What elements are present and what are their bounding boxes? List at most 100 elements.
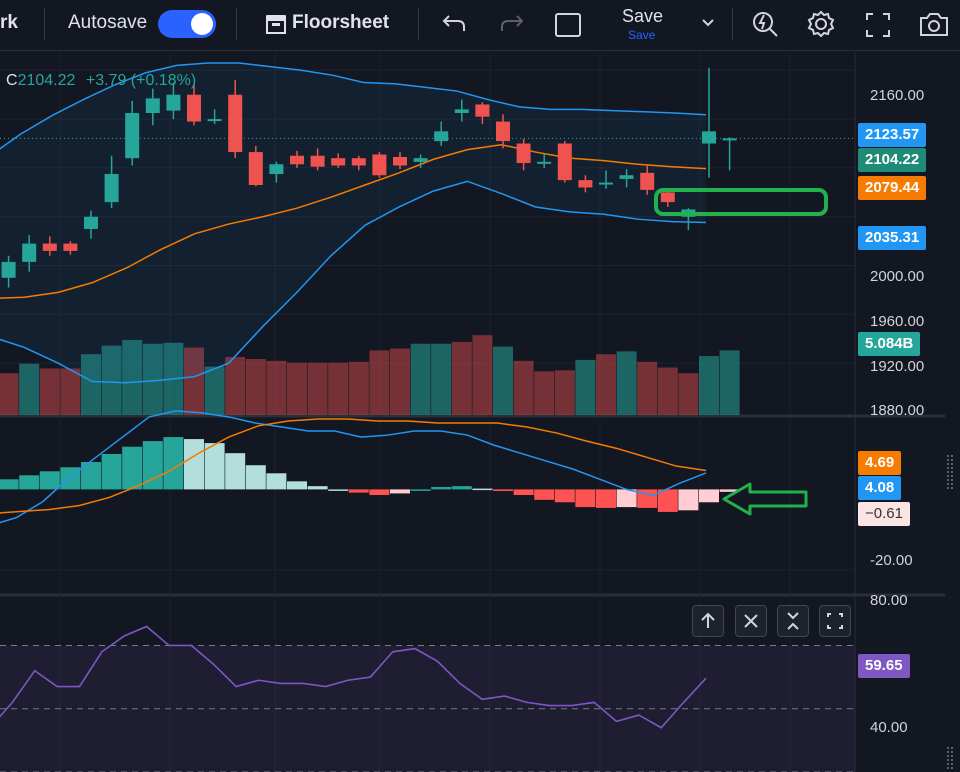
volume-bar <box>596 354 616 415</box>
lower-band-tag: 2035.31 <box>858 226 927 250</box>
macd-histogram-bar <box>163 437 184 490</box>
pane-maximize-button[interactable] <box>819 605 851 637</box>
volume-bar <box>513 360 534 415</box>
macd-histogram-bar <box>328 489 349 491</box>
macd-histogram-bar <box>596 489 616 508</box>
settings-icon[interactable] <box>806 9 836 39</box>
pane-collapse-button[interactable] <box>777 605 809 637</box>
volume-bar <box>39 368 60 415</box>
volume-bar <box>451 341 472 415</box>
price-tick: 2160.00 <box>870 87 925 104</box>
restore-icon <box>827 613 843 629</box>
redo-icon[interactable] <box>498 13 524 35</box>
candle-body <box>63 243 78 251</box>
macd-histogram-bar <box>616 489 637 508</box>
volume-bar <box>554 370 575 415</box>
quick-search-icon[interactable] <box>750 9 780 39</box>
volume-bar <box>60 368 81 415</box>
volume-bar <box>204 366 225 415</box>
candle-body <box>248 152 263 186</box>
rsi-tick: 80.00 <box>870 592 908 609</box>
toolbar-divider <box>732 8 733 40</box>
toolbar-divider <box>44 8 45 40</box>
candle-body <box>331 158 346 166</box>
floorsheet-icon <box>266 15 286 34</box>
volume-bar <box>431 343 452 415</box>
close-value: 2104.22 <box>17 72 76 89</box>
macd-histogram-bar <box>657 489 678 512</box>
pane-move-up-button[interactable] <box>692 605 724 637</box>
volume-bar <box>225 357 246 415</box>
macd-histogram-bar <box>39 471 60 490</box>
candle-body <box>516 143 531 164</box>
candle-body <box>660 192 675 203</box>
macd-histogram-bar <box>493 489 513 491</box>
candle-body <box>145 98 160 114</box>
candle-body <box>187 94 201 122</box>
macd-histogram-bar <box>513 489 534 496</box>
candle-body <box>599 182 613 185</box>
basis-tag: 2079.44 <box>858 176 927 200</box>
save-status: Save <box>628 28 656 42</box>
candle-body <box>310 155 325 167</box>
macd-line-tag: 4.08 <box>858 476 902 500</box>
candle-body <box>351 158 366 166</box>
camera-icon[interactable] <box>918 10 950 38</box>
price-tick: 2000.00 <box>870 268 925 285</box>
autosave-label: Autosave <box>68 12 148 33</box>
candle-body <box>166 94 181 111</box>
volume-bar <box>534 371 555 415</box>
close-icon <box>744 614 758 628</box>
volume-bar <box>410 343 431 415</box>
volume-bar <box>616 351 637 415</box>
undo-icon[interactable] <box>442 13 468 35</box>
volume-bar <box>575 359 596 415</box>
candle-body <box>619 175 634 179</box>
candle-body <box>207 119 222 122</box>
macd-histogram-bar <box>348 489 369 493</box>
macd-histogram-tag: −0.61 <box>858 502 910 526</box>
toolbar-divider <box>236 8 237 40</box>
candle-body <box>454 109 469 114</box>
price-tick: 1920.00 <box>870 358 925 375</box>
autosave-toggle[interactable] <box>158 10 216 38</box>
volume-bar <box>245 358 266 415</box>
macd-histogram-bar <box>101 453 122 490</box>
volume-bar <box>266 360 287 415</box>
candle-body <box>104 174 119 203</box>
workspace-title[interactable]: rk <box>0 12 18 34</box>
layout-square-icon[interactable] <box>554 12 582 38</box>
candle-body <box>84 216 98 229</box>
pane-delete-button[interactable] <box>735 605 767 637</box>
volume-bar <box>19 363 40 415</box>
fullscreen-icon[interactable] <box>864 11 892 39</box>
macd-histogram-bar <box>369 489 390 496</box>
macd-histogram-bar <box>410 489 431 491</box>
candle-body <box>702 131 716 144</box>
arrow-up-icon <box>701 612 715 628</box>
macd-histogram-bar <box>19 475 40 490</box>
volume-bar <box>390 348 410 415</box>
floorsheet-button[interactable]: Floorsheet <box>292 12 389 34</box>
pane-resize-handle[interactable] <box>946 745 954 771</box>
chevron-down-icon[interactable] <box>700 17 716 29</box>
rsi-tag: 59.65 <box>858 654 910 678</box>
save-button[interactable]: Save <box>622 6 663 27</box>
volume-bar <box>287 362 307 415</box>
macd-histogram-bar <box>266 473 287 490</box>
pane-resize-handle[interactable] <box>946 453 954 493</box>
candle-body <box>578 180 593 188</box>
price-tick: 1960.00 <box>870 313 925 330</box>
volume-tag: 5.084B <box>858 332 921 356</box>
volume-bar <box>328 362 349 415</box>
candle-body <box>1 261 16 278</box>
chart-canvas[interactable] <box>0 52 960 772</box>
collapse-icon <box>787 612 799 630</box>
candle-body <box>22 243 37 262</box>
macd-histogram-bar <box>390 489 410 494</box>
candle-body <box>496 121 510 142</box>
macd-signal-tag: 4.69 <box>858 451 902 475</box>
macd-histogram-bar <box>245 465 266 490</box>
candle-body <box>434 131 449 142</box>
candle-body <box>42 243 57 251</box>
